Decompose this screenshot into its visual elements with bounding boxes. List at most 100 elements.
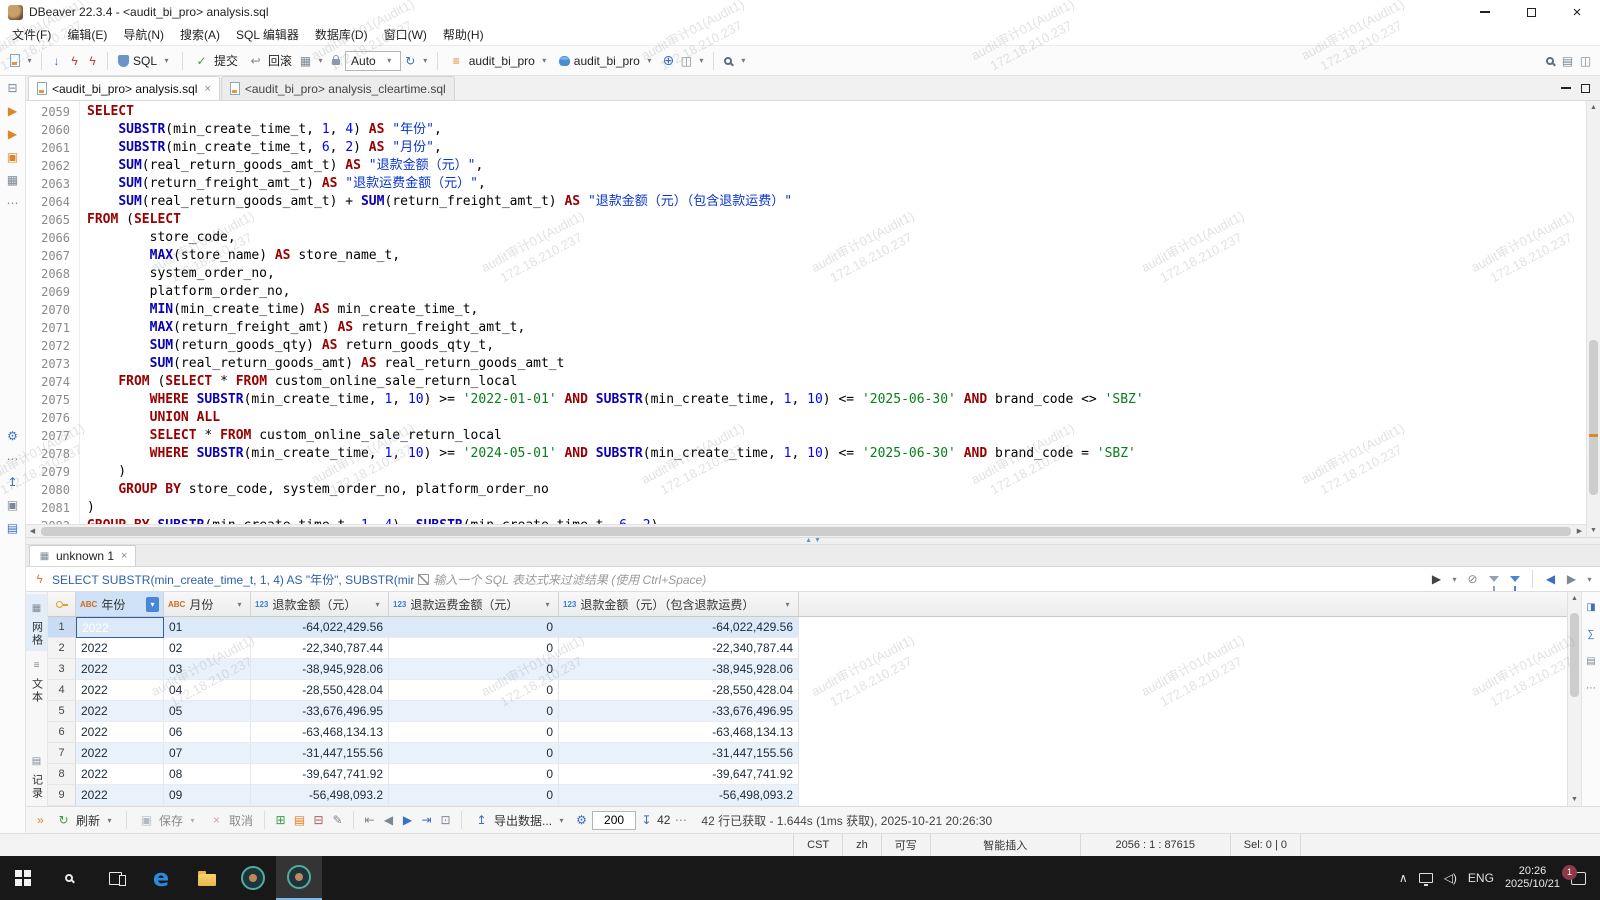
editor-results-splitter[interactable]: ▲ ▼ — [26, 537, 1600, 545]
code-line[interactable]: platform_order_no, — [87, 283, 1586, 301]
code-line[interactable]: SUM(real_return_goods_amt_t) + SUM(retur… — [87, 193, 1586, 211]
scroll-left-icon[interactable]: ◀ — [26, 525, 39, 538]
code-line[interactable]: SELECT * FROM custom_online_sale_return_… — [87, 427, 1586, 445]
new-sql-dropdown-icon[interactable]: ▾ — [24, 56, 35, 65]
action-center-button[interactable]: 1 — [1571, 872, 1586, 885]
commit-button[interactable]: ✓ 提交 — [189, 49, 242, 73]
row-number[interactable]: 1 — [48, 617, 76, 638]
file-explorer-button[interactable] — [184, 856, 230, 900]
grid-cell[interactable]: 0 — [389, 617, 559, 638]
editor-hscrollbar[interactable]: ◀ ▶ — [26, 524, 1586, 537]
restore-view-icon[interactable]: ⊟ — [4, 78, 21, 98]
menu-edit[interactable]: 编辑(E) — [59, 24, 115, 45]
code-line[interactable]: MAX(return_freight_amt) AS return_freigh… — [87, 319, 1586, 337]
save-button[interactable]: ▣ 保存 ▾ — [134, 808, 202, 832]
grid-cell[interactable]: 05 — [164, 701, 251, 722]
app-button-1[interactable] — [230, 856, 276, 900]
refresh-button[interactable]: ↻ 刷新 ▾ — [51, 808, 119, 832]
grid-cell[interactable]: 2022 — [76, 785, 164, 806]
column-header-1[interactable]: ABC年份▾ — [76, 592, 164, 616]
quick-search-icon[interactable] — [1541, 51, 1558, 71]
start-button[interactable] — [0, 856, 46, 900]
network-settings-icon[interactable]: ⊕ — [660, 51, 677, 71]
hidden-icons-chevron[interactable]: ∧ — [1399, 871, 1408, 885]
grid-cell[interactable]: -63,468,134.13 — [559, 722, 799, 743]
grid-cell[interactable]: 08 — [164, 764, 251, 785]
fetch-results-icon[interactable]: ↓ — [48, 51, 65, 71]
dbeaver-taskbar-button[interactable] — [276, 856, 322, 900]
filter-menu-icon[interactable] — [1506, 569, 1523, 589]
focus-row-icon[interactable]: ⊡ — [437, 810, 454, 830]
grid-cell[interactable]: -64,022,429.56 — [251, 617, 389, 638]
rollback-button[interactable]: ↩ 回滚 — [243, 49, 296, 73]
menu-database[interactable]: 数据库(D) — [307, 24, 376, 45]
autocommit-select[interactable]: Auto ▾ — [345, 51, 401, 71]
grid-cell[interactable]: 2022 — [76, 701, 164, 722]
grid-cell[interactable]: -56,498,093.2 — [559, 785, 799, 806]
grid-scroll-down-icon[interactable]: ▼ — [1568, 793, 1581, 806]
volume-icon[interactable]: ◁) — [1444, 871, 1457, 885]
export-button[interactable]: ↥ 导出数据... ▾ — [469, 808, 571, 832]
clear-filter-icon[interactable]: ⊘ — [1464, 569, 1481, 589]
maximize-view-icon[interactable] — [1581, 84, 1590, 93]
row-number[interactable]: 5 — [48, 701, 76, 722]
browser-button[interactable]: e — [138, 856, 184, 900]
more-actions-icon[interactable]: ⋯ — [672, 810, 689, 830]
calc-panel-icon[interactable]: ∑ — [1585, 624, 1598, 644]
status-writable[interactable]: 可写 — [881, 834, 930, 856]
column-filter-icon[interactable]: ▾ — [146, 597, 159, 612]
row-number[interactable]: 3 — [48, 659, 76, 680]
scroll-up-icon[interactable]: ▲ — [1587, 101, 1600, 114]
vscroll-thumb[interactable] — [1589, 340, 1598, 496]
code-line[interactable]: SUBSTR(min_create_time_t, 6, 2) AS "月份", — [87, 139, 1586, 157]
code-line[interactable]: UNION ALL — [87, 409, 1586, 427]
grid-cell[interactable]: -28,550,428.04 — [251, 680, 389, 701]
grid-cell[interactable]: -64,022,429.56 — [559, 617, 799, 638]
filter-query-text[interactable]: SELECT SUBSTR(min_create_time_t, 1, 4) A… — [52, 571, 414, 588]
status-language[interactable]: zh — [842, 834, 881, 856]
settings-icon[interactable]: ⚙ — [4, 426, 21, 446]
presentation-tab-record[interactable]: ▤记录 — [26, 747, 47, 804]
history-forward-icon[interactable]: ▶ — [1563, 569, 1580, 589]
column-header-4[interactable]: 123退款运费金额（元）▾ — [389, 592, 559, 616]
last-page-icon[interactable]: ⇥ — [418, 810, 435, 830]
expand-filter-icon[interactable] — [418, 574, 429, 585]
grid-cell[interactable]: -22,340,787.44 — [559, 638, 799, 659]
code-line[interactable]: SUM(return_freight_amt_t) AS "退款运费金额（元）"… — [87, 175, 1586, 193]
grid-cell[interactable]: -39,647,741.92 — [251, 764, 389, 785]
connection-select[interactable]: ≡ audit_bi_pro ▾ — [444, 49, 554, 73]
grid-cell[interactable]: -39,647,741.92 — [559, 764, 799, 785]
grid-cell[interactable]: 02 — [164, 638, 251, 659]
menu-navigate[interactable]: 导航(N) — [115, 24, 172, 45]
code-line[interactable]: MAX(store_name) AS store_name_t, — [87, 247, 1586, 265]
toggle-panels-icon[interactable]: ◫ — [1577, 51, 1594, 71]
code-line[interactable]: system_order_no, — [87, 265, 1586, 283]
grid-cell[interactable]: 0 — [389, 680, 559, 701]
presentation-tab-grid[interactable]: ▦网格 — [26, 594, 47, 651]
grid-cell[interactable]: 2022 — [76, 764, 164, 785]
minimize-view-icon[interactable] — [1561, 87, 1571, 89]
hscroll-thumb[interactable] — [41, 527, 1571, 536]
grid-cell[interactable]: -38,945,928.06 — [251, 659, 389, 680]
dropdown-icon[interactable]: ▾ — [696, 56, 707, 65]
grid-cell[interactable]: 2022 — [76, 617, 164, 638]
grid-cell[interactable]: 0 — [389, 743, 559, 764]
grid-cell[interactable]: 2022 — [76, 722, 164, 743]
grid-cell[interactable]: 04 — [164, 680, 251, 701]
minimize-button[interactable] — [1462, 0, 1508, 24]
column-header-2[interactable]: ABC月份▾ — [164, 592, 251, 616]
code-line[interactable]: MIN(min_create_time) AS min_create_time_… — [87, 301, 1586, 319]
grid-cell[interactable]: 03 — [164, 659, 251, 680]
delete-row-icon[interactable]: ⊟ — [310, 810, 327, 830]
taskbar-clock[interactable]: 20:26 2025/10/21 — [1505, 865, 1560, 891]
editor-tab-analysis[interactable]: <audit_bi_pro> analysis.sql × — [28, 76, 220, 100]
result-tab-unknown1[interactable]: ▦ unknown 1 × — [29, 545, 136, 566]
next-page-icon[interactable]: ▶ — [399, 810, 416, 830]
task-view-button[interactable] — [92, 856, 138, 900]
grid-vscrollbar[interactable]: ▲ ▼ — [1567, 592, 1581, 806]
new-sql-editor-icon[interactable] — [6, 51, 23, 71]
code-line[interactable]: WHERE SUBSTR(min_create_time, 1, 10) >= … — [87, 445, 1586, 463]
panel-menu-icon[interactable]: ⋯ — [1585, 678, 1598, 698]
history-back-icon[interactable]: ◀ — [1542, 569, 1559, 589]
transaction-log-icon[interactable]: ↻ — [402, 51, 419, 71]
